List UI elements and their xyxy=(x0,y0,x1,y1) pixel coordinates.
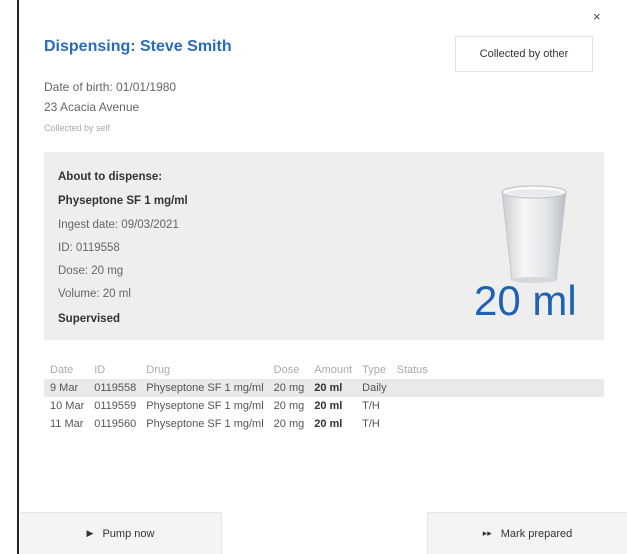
col-date-header: Date xyxy=(50,364,74,376)
supervision-status: Supervised xyxy=(58,313,120,325)
col-id-header: ID xyxy=(94,364,106,376)
page-title: Dispensing: Steve Smith xyxy=(44,38,232,55)
row-status xyxy=(391,397,604,415)
drug-name: Physeptone SF 1 mg/ml xyxy=(58,195,188,207)
left-border xyxy=(17,0,19,554)
row-status xyxy=(391,415,604,433)
collected-by-other-button[interactable]: Collected by other xyxy=(455,36,593,72)
col-status-header: Status xyxy=(396,364,428,376)
col-drug-header: Drug xyxy=(146,364,171,376)
col-dose-header: Dose xyxy=(273,364,300,376)
about-heading: About to dispense: xyxy=(58,171,163,183)
row-type: T/H xyxy=(362,418,380,430)
fast-forward-icon: ▸▸ xyxy=(482,528,492,538)
row-drug: Physeptone SF 1 mg/ml xyxy=(146,400,264,412)
row-date: 10 Mar xyxy=(50,400,85,412)
row-dose: 20 mg xyxy=(267,379,309,397)
play-icon: ▶ xyxy=(86,528,94,538)
row-date: 11 Mar xyxy=(50,418,84,430)
dispensing-history-table: Date ID Drug Dose Amount Type Status 9 M… xyxy=(44,361,604,433)
big-volume-display: 20 ml xyxy=(474,277,577,324)
table-row[interactable]: 10 Mar 0119559 Physeptone SF 1 mg/ml 20 … xyxy=(44,397,604,415)
col-type-header: Type xyxy=(362,364,387,376)
row-status xyxy=(390,379,604,397)
row-drug: Physeptone SF 1 mg/ml xyxy=(140,379,268,397)
row-drug: Physeptone SF 1 mg/ml xyxy=(146,418,264,430)
row-type: T/H xyxy=(362,400,380,412)
collected-by-text: Collected by self xyxy=(44,123,111,133)
about-to-dispense-panel: About to dispense: Physeptone SF 1 mg/ml… xyxy=(44,152,604,340)
row-id: 0119559 xyxy=(94,400,137,412)
row-type: Daily xyxy=(356,379,391,397)
dispense-id: ID: 0119558 xyxy=(58,242,120,254)
col-amount-header: Amount xyxy=(314,364,353,376)
table-row[interactable]: 9 Mar 0119558 Physeptone SF 1 mg/ml 20 m… xyxy=(44,379,604,397)
pump-now-label: Pump now xyxy=(102,527,155,540)
row-id: 0119560 xyxy=(94,418,137,430)
row-amount: 20 ml xyxy=(314,400,343,412)
row-id: 0119558 xyxy=(88,379,141,397)
dispense-volume: Volume: 20 ml xyxy=(58,288,131,300)
patient-address: 23 Acacia Avenue xyxy=(44,100,140,114)
patient-dob: Date of birth: 01/01/1980 xyxy=(44,80,177,94)
mark-prepared-label: Mark prepared xyxy=(500,527,573,540)
row-date: 9 Mar xyxy=(44,379,89,397)
row-amount: 20 ml xyxy=(308,379,357,397)
close-icon[interactable]: × xyxy=(593,10,601,23)
pump-now-button[interactable]: ▶ Pump now xyxy=(20,512,222,554)
table-header-row: Date ID Drug Dose Amount Type Status xyxy=(44,361,604,379)
mark-prepared-button[interactable]: ▸▸ Mark prepared xyxy=(427,512,627,554)
cup-icon xyxy=(501,185,567,283)
table-row[interactable]: 11 Mar 0119560 Physeptone SF 1 mg/ml 20 … xyxy=(44,415,604,433)
row-dose: 20 mg xyxy=(273,400,305,412)
dispense-dose: Dose: 20 mg xyxy=(58,265,124,277)
ingest-date: Ingest date: 09/03/2021 xyxy=(58,219,179,231)
row-dose: 20 mg xyxy=(273,418,305,430)
row-amount: 20 ml xyxy=(314,418,343,430)
